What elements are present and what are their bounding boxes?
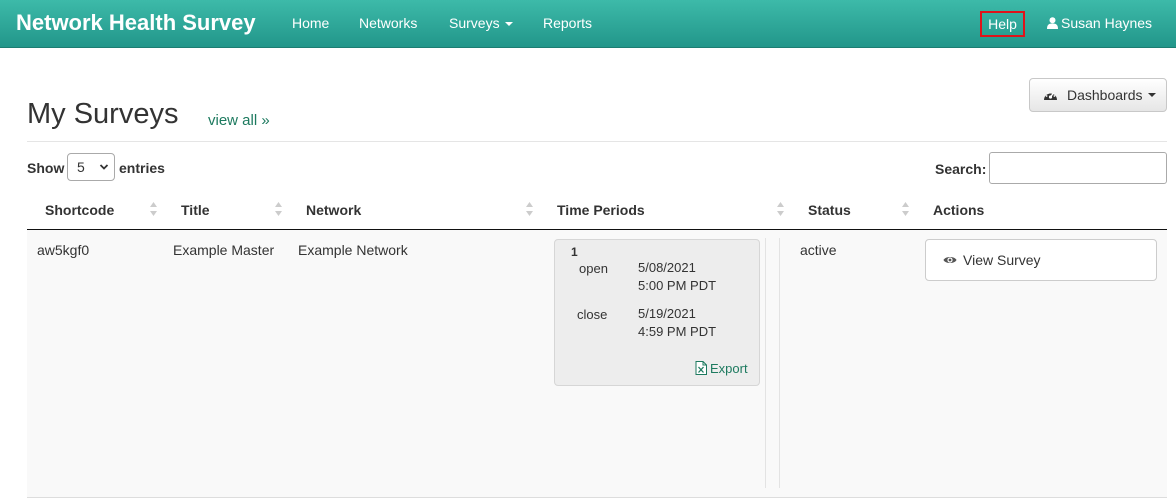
user-menu-dropdown[interactable]: Susan Haynes: [1047, 15, 1152, 31]
help-link[interactable]: Help: [980, 11, 1025, 37]
column-header-shortcode[interactable]: Shortcode: [45, 202, 114, 218]
page-size-value: 5: [77, 159, 85, 175]
top-navbar: Network Health Survey Home Networks Surv…: [0, 0, 1176, 48]
column-header-status[interactable]: Status: [808, 202, 851, 218]
user-icon: [1047, 17, 1058, 29]
time-period-card: 1 open 5/08/2021 5:00 PM PDT close 5/19/…: [554, 239, 760, 386]
column-header-title[interactable]: Title: [181, 202, 210, 218]
time-period-number: 1: [571, 245, 578, 259]
column-divider: [779, 238, 780, 488]
nav-reports[interactable]: Reports: [543, 15, 592, 31]
nav-networks[interactable]: Networks: [359, 15, 417, 31]
view-survey-label: View Survey: [963, 252, 1041, 268]
entries-label: entries: [119, 160, 165, 176]
close-label: close: [577, 307, 608, 322]
cell-status: active: [800, 242, 837, 258]
column-header-network[interactable]: Network: [306, 202, 361, 218]
excel-file-icon: [695, 361, 707, 375]
show-label: Show: [27, 160, 65, 176]
page-size-select[interactable]: 5: [67, 153, 115, 181]
open-date: 5/08/2021: [638, 260, 696, 275]
nav-surveys-label: Surveys: [449, 15, 500, 31]
page-title: My Surveys: [27, 98, 179, 130]
export-label: Export: [710, 361, 748, 376]
open-label: open: [579, 261, 608, 276]
nav-surveys-dropdown[interactable]: Surveys: [449, 15, 513, 31]
chevron-down-icon: [99, 164, 109, 170]
caret-down-icon: [1147, 93, 1156, 97]
dashboards-dropdown-button[interactable]: Dashboards: [1029, 78, 1167, 112]
column-divider: [765, 238, 766, 488]
dashboards-label: Dashboards: [1067, 87, 1143, 103]
sort-icon[interactable]: [901, 201, 910, 217]
search-label: Search:: [935, 161, 987, 177]
export-link[interactable]: Export: [695, 361, 748, 376]
search-input[interactable]: [989, 152, 1167, 184]
nav-home[interactable]: Home: [292, 15, 329, 31]
cell-shortcode: aw5kgf0: [37, 242, 90, 258]
brand-title[interactable]: Network Health Survey: [16, 10, 256, 36]
view-survey-button[interactable]: View Survey: [925, 239, 1157, 281]
cell-network: Example Network: [298, 242, 408, 258]
open-time: 5:00 PM PDT: [638, 278, 717, 293]
sort-icon[interactable]: [776, 201, 785, 217]
view-all-link[interactable]: view all »: [208, 112, 270, 129]
column-header-actions: Actions: [933, 202, 985, 218]
close-date: 5/19/2021: [638, 306, 696, 321]
sort-icon[interactable]: [525, 201, 534, 217]
eye-icon: [943, 257, 957, 263]
close-time: 4:59 PM PDT: [638, 324, 717, 339]
column-header-time-periods[interactable]: Time Periods: [557, 202, 645, 218]
sort-icon[interactable]: [274, 201, 283, 217]
cell-title: Example Master: [173, 242, 275, 258]
table-bottom-border: [27, 497, 1167, 498]
caret-down-icon: [504, 22, 513, 27]
header-divider: [27, 141, 1167, 142]
sort-icon[interactable]: [149, 201, 158, 217]
dashboard-gauge-icon: [1044, 92, 1057, 100]
user-name: Susan Haynes: [1061, 15, 1153, 31]
